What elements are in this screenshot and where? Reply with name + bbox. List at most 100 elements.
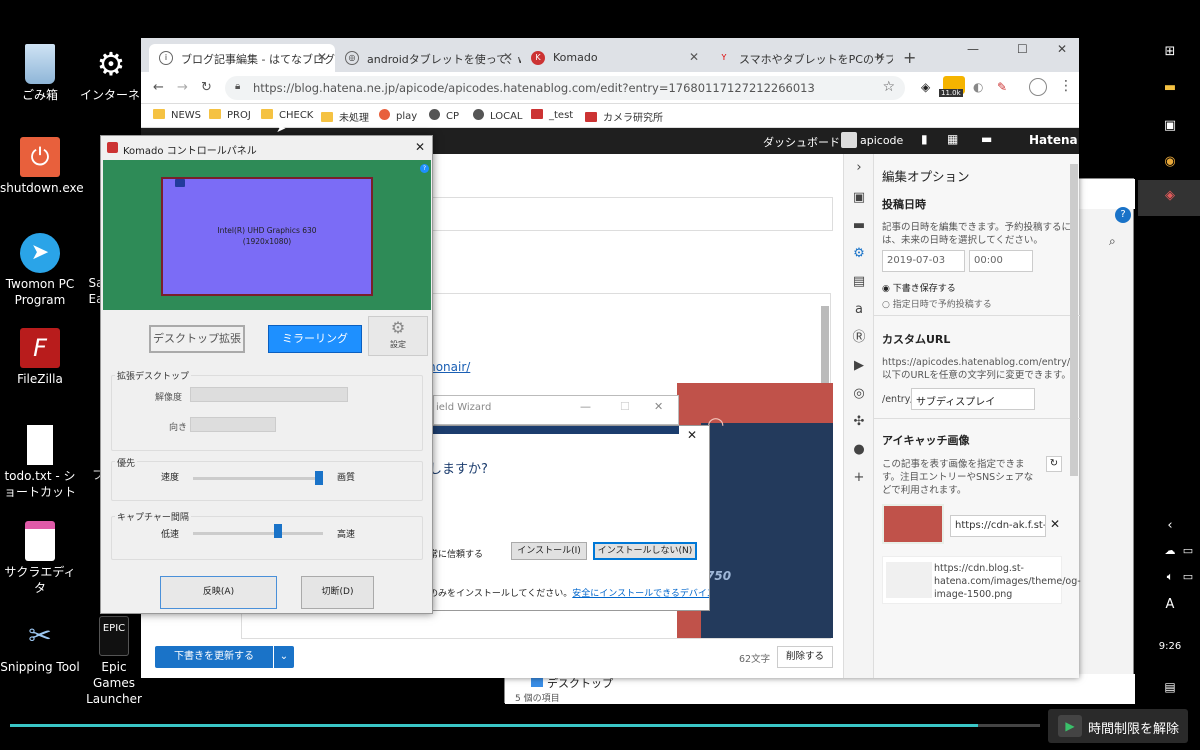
document-icon[interactable]: ▤ (851, 274, 867, 290)
ime-indicator[interactable]: A (1160, 597, 1180, 617)
address-bar[interactable]: 🔒︎ https://blog.hatena.ne.jp/apicode/api… (225, 76, 905, 100)
desktop-icon-filezilla[interactable]: F FileZilla (0, 328, 80, 387)
delete-button[interactable]: 削除する (777, 646, 833, 668)
pen-icon[interactable]: ✎ (997, 80, 1007, 94)
help-icon[interactable]: ? (420, 164, 429, 173)
install-button[interactable]: インストール(I) (511, 542, 587, 560)
tab-android[interactable]: ◎ androidタブレットを使って、windows ✕ (335, 44, 521, 72)
cloud-icon[interactable]: ☁ (1160, 544, 1180, 564)
video-progress-bar[interactable] (10, 724, 1040, 727)
comment-icon[interactable]: ▬ (981, 132, 992, 146)
pinwheel-icon[interactable]: ✣ (851, 414, 867, 430)
trust-checkbox-label[interactable]: 常に信頼する (429, 547, 483, 560)
priority-slider[interactable] (315, 471, 323, 485)
image-icon[interactable]: ▣ (851, 190, 867, 206)
orientation-select[interactable] (190, 417, 276, 432)
help-icon[interactable]: ? (1115, 207, 1131, 223)
custom-url-input[interactable]: サブディスプレイ (911, 388, 1035, 410)
hatena-logo[interactable]: Hatena (1029, 133, 1078, 147)
capture-slider[interactable] (274, 524, 282, 538)
amazon-icon[interactable]: a (851, 302, 867, 318)
new-tab-icon[interactable]: + (903, 48, 916, 67)
rakuten-icon[interactable]: Ⓡ (851, 330, 867, 346)
maximize-icon[interactable]: ☐ (620, 400, 630, 413)
resolution-select[interactable] (190, 387, 348, 402)
disconnect-button[interactable]: 切断(D) (301, 576, 374, 609)
reload-icon[interactable]: ↻ (201, 80, 212, 95)
bookmark-camera[interactable]: カメラ研究所 (585, 109, 663, 124)
close-icon[interactable]: ✕ (875, 50, 885, 64)
youtube-icon[interactable]: ▶ (851, 358, 867, 374)
close-icon[interactable]: ✕ (687, 428, 697, 442)
bookmark-test[interactable]: _test (531, 109, 573, 121)
volume-icon[interactable]: 🔈︎ (1160, 570, 1180, 590)
bookmark-news[interactable]: NEWS (153, 109, 201, 121)
folder-icon[interactable]: ▬ (851, 218, 867, 234)
dashboard-link[interactable]: ダッシュボード (763, 134, 840, 150)
eyecatch-url-input[interactable]: https://cdn-ak.f.st-hat (950, 515, 1046, 537)
chrome-icon[interactable]: ◉ (1160, 154, 1180, 174)
search-icon[interactable]: ⌕ (1109, 234, 1116, 249)
gear-icon[interactable]: ⚙ (851, 246, 867, 262)
radio-schedule[interactable]: ○ 指定日時で予約投稿する (882, 297, 992, 310)
settings-button[interactable]: ⚙ 設定 (368, 316, 428, 356)
store-icon[interactable]: ▣ (1160, 118, 1180, 138)
monitor-preview[interactable]: Intel(R) UHD Graphics 630 (1920x1080) (161, 177, 373, 296)
tab-yahoo[interactable]: Y スマホやタブレットをPCのサブディスプレ ✕ (707, 44, 893, 72)
plus-icon[interactable]: + (851, 470, 867, 486)
radio-draft[interactable]: ◉ 下書き保存する (882, 281, 956, 294)
bookmark-unprocessed[interactable]: 未処理 (321, 109, 369, 124)
avatar[interactable] (841, 132, 857, 148)
bookmark-play[interactable]: play (379, 109, 417, 122)
pocket-icon[interactable]: ◈ (921, 80, 930, 94)
network-icon[interactable]: ▭ (1178, 570, 1198, 590)
desktop-icon-todo[interactable]: todo.txt - ショートカット (0, 425, 80, 500)
refresh-icon[interactable]: ↻ (1046, 456, 1062, 472)
bookmark-cp[interactable]: CP (429, 109, 459, 122)
unlock-time-limit-button[interactable]: ▶ 時間制限を解除 (1048, 709, 1188, 743)
star-icon[interactable]: ☆ (882, 79, 895, 95)
time-input[interactable]: 00:00 (969, 250, 1033, 272)
close-icon[interactable]: ✕ (317, 50, 327, 64)
bookmark-icon[interactable]: ▮ (921, 132, 928, 146)
notification-icon[interactable]: ▤ (1160, 680, 1180, 700)
chevron-left-icon[interactable]: ‹ (1160, 518, 1180, 538)
user-menu[interactable]: apicode (860, 134, 903, 147)
dont-install-button[interactable]: インストールしない(N) (593, 542, 697, 560)
profile-icon[interactable] (1029, 78, 1047, 96)
close-window-icon[interactable]: ✕ (1057, 42, 1067, 56)
windows-start-icon[interactable]: ⊞ (1160, 44, 1180, 64)
desktop-icon-twomon[interactable]: ➤ Twomon PC Program (0, 233, 80, 308)
grid-icon[interactable]: ▦ (947, 132, 958, 146)
desktop-extend-button[interactable]: デスクトップ拡張 (149, 325, 245, 353)
close-icon[interactable]: ✕ (689, 50, 699, 64)
apply-button[interactable]: 反映(A) (160, 576, 277, 609)
flickr-icon[interactable]: ● (851, 442, 867, 458)
date-input[interactable]: 2019-07-03 (882, 250, 965, 272)
update-draft-button[interactable]: 下書きを更新する (155, 646, 273, 668)
desktop-icon-epic[interactable]: EPIC Epic Games Launcher (84, 616, 144, 707)
menu-icon[interactable]: ⋮ (1059, 78, 1073, 94)
file-explorer-icon[interactable]: ▬ (1160, 80, 1180, 100)
maximize-icon[interactable]: ☐ (1017, 42, 1028, 56)
desktop-icon-shutdown[interactable]: ⏻ shutdown.exe (0, 137, 84, 196)
update-options-chevron-icon[interactable]: ⌄ (274, 646, 294, 668)
moon-icon[interactable]: ◐ (973, 80, 983, 94)
forward-icon[interactable]: → (177, 80, 188, 95)
minimize-icon[interactable]: — (967, 42, 979, 56)
battery-icon[interactable]: ▭ (1178, 544, 1198, 564)
bookmark-check[interactable]: CHECK (261, 109, 313, 121)
clock[interactable]: 9:26 (1157, 641, 1183, 661)
tab-hatena-edit[interactable]: i ブログ記事編集 - はてなブログ ✕ (149, 44, 335, 72)
desktop-icon-internet-shortcut[interactable]: ⚙ インターネットショートカット (80, 44, 142, 103)
footer-link[interactable]: 安全にインストールできるデバイス ソフトウェ (572, 589, 709, 599)
bookmark-local[interactable]: LOCAL (473, 109, 522, 122)
close-icon[interactable]: ✕ (415, 140, 425, 154)
bookmark-proj[interactable]: PROJ (209, 109, 251, 121)
desktop-icon-snipping[interactable]: ✂ Snipping Tool (0, 616, 80, 675)
tab-komado[interactable]: K Komado ✕ (521, 44, 707, 72)
close-icon[interactable]: ✕ (654, 400, 663, 413)
mirroring-button[interactable]: ミラーリング (268, 325, 362, 353)
instagram-icon[interactable]: ◎ (851, 386, 867, 402)
back-icon[interactable]: ← (153, 80, 164, 95)
